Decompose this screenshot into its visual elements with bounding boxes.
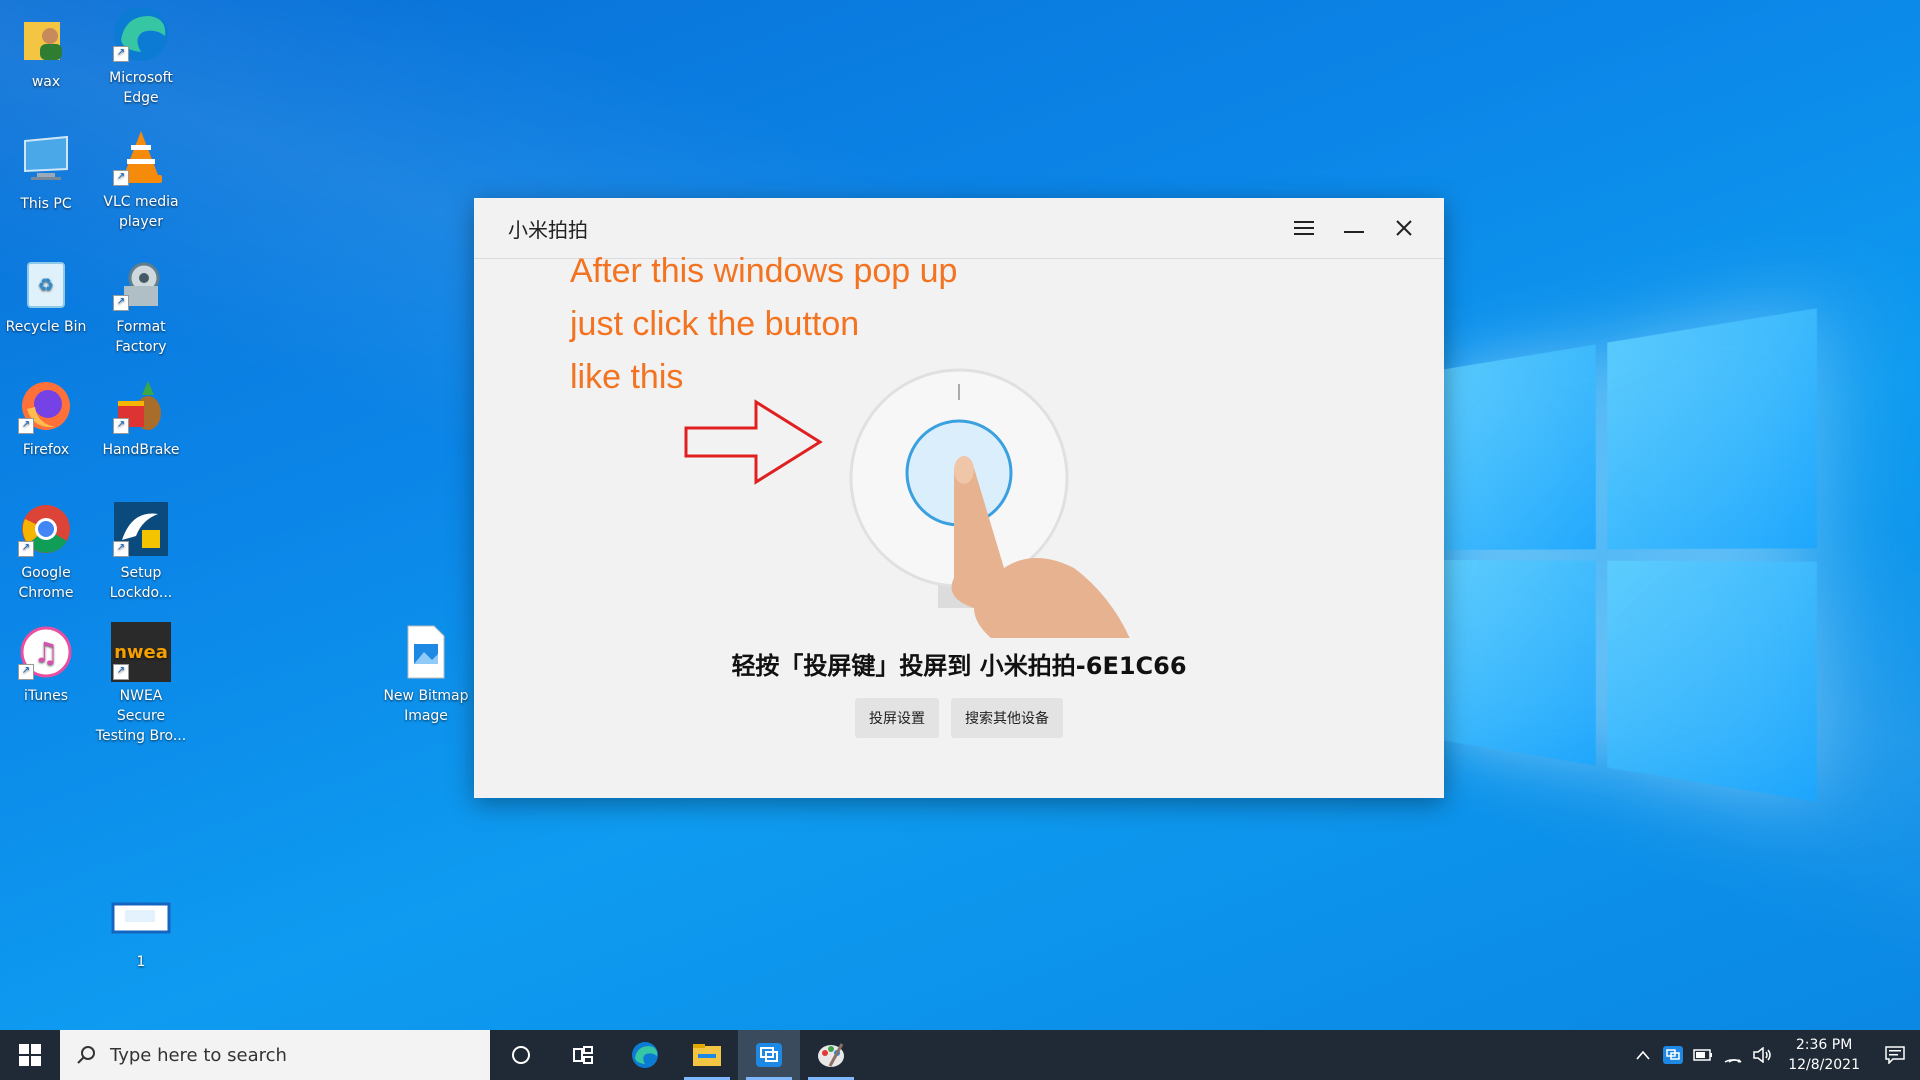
shortcut-arrow-icon: ↗ — [18, 541, 34, 557]
nwea-logo-icon: nwea ↗ — [111, 622, 171, 682]
desktop-icon-1[interactable]: 1 — [95, 888, 187, 972]
speaker-volume-icon — [1753, 1047, 1773, 1063]
screen-cast-icon — [1663, 1046, 1683, 1064]
desktop-icon-this-pc[interactable]: This PC — [0, 130, 92, 214]
desktop-icon-vlc-media-player[interactable]: ↗ VLC media player — [95, 128, 187, 232]
handbrake-icon: ↗ — [111, 376, 171, 436]
desktop-icon-new-bitmap-image[interactable]: New Bitmap Image — [380, 622, 472, 726]
task-view-icon — [572, 1045, 594, 1065]
cortana-circle-icon — [511, 1045, 531, 1065]
edge-icon: ↗ — [111, 4, 171, 64]
taskbar-mi-paipai[interactable] — [738, 1030, 800, 1080]
show-hidden-icons-button[interactable] — [1628, 1050, 1658, 1060]
window-titlebar[interactable]: 小米拍拍 — [474, 198, 1444, 259]
desktop-icon-firefox[interactable]: ↗ Firefox — [0, 376, 92, 460]
desktop-icon-google-chrome[interactable]: ↗ Google Chrome — [0, 499, 92, 603]
taskbar-clock[interactable]: 2:36 PM 12/8/2021 — [1778, 1035, 1870, 1075]
close-icon — [1395, 219, 1413, 237]
tray-cast-app[interactable] — [1658, 1046, 1688, 1064]
nwea-logo-text: nwea — [114, 642, 168, 663]
screen-cast-icon — [755, 1042, 783, 1068]
taskbar-file-explorer[interactable] — [676, 1030, 738, 1080]
shortcut-arrow-icon: ↗ — [113, 46, 129, 62]
notifications-icon — [1885, 1046, 1905, 1064]
format-factory-icon: ↗ — [111, 253, 171, 313]
wifi-icon — [1723, 1047, 1743, 1063]
computer-monitor-icon — [16, 130, 76, 190]
folder-icon — [692, 1042, 722, 1068]
system-tray: 2:36 PM 12/8/2021 — [1628, 1030, 1920, 1080]
desktop-icon-handbrake[interactable]: ↗ HandBrake — [95, 376, 187, 460]
chevron-up-icon — [1636, 1050, 1650, 1060]
recycle-bin-icon: ♻ — [16, 253, 76, 313]
taskbar-paint[interactable] — [800, 1030, 862, 1080]
hamburger-menu-icon — [1294, 220, 1314, 236]
taskbar-search-box[interactable]: Type here to search — [60, 1030, 490, 1080]
taskbar-edge[interactable] — [614, 1030, 676, 1080]
svg-text:♫: ♫ — [33, 636, 58, 669]
cast-settings-button[interactable]: 投屏设置 — [855, 698, 939, 738]
cast-instruction-text: 轻按「投屏键」投屏到 小米拍拍-6E1C66 — [474, 646, 1444, 681]
tray-volume[interactable] — [1748, 1047, 1778, 1063]
shortcut-arrow-icon: ↗ — [113, 418, 129, 434]
taskbar: Type here to search 2:36 PM 12/8/2021 — [0, 1030, 1920, 1080]
search-placeholder: Type here to search — [110, 1045, 287, 1066]
shortcut-arrow-icon: ↗ — [113, 295, 129, 311]
mi-paipai-window[interactable]: 小米拍拍 After this windows pop up just clic… — [474, 198, 1444, 798]
clock-time: 2:36 PM — [1788, 1035, 1860, 1055]
chrome-icon: ↗ — [16, 499, 76, 559]
start-button[interactable] — [0, 1030, 60, 1080]
desktop-icon-microsoft-edge[interactable]: ↗ Microsoft Edge — [95, 4, 187, 108]
bitmap-image-file-icon — [396, 622, 456, 682]
action-center-button[interactable] — [1870, 1046, 1920, 1064]
desktop-icon-recycle-bin[interactable]: ♻ Recycle Bin — [0, 253, 92, 337]
clock-date: 12/8/2021 — [1788, 1055, 1860, 1075]
red-arrow-icon — [686, 402, 820, 482]
desktop-icon-itunes[interactable]: ♫ ↗ iTunes — [0, 622, 92, 706]
desktop-icon-format-factory[interactable]: ↗ Format Factory — [95, 253, 187, 357]
search-other-devices-button[interactable]: 搜索其他设备 — [951, 698, 1063, 738]
desktop-icon-wax[interactable]: wax — [0, 8, 92, 92]
user-folder-icon — [16, 8, 76, 68]
shortcut-arrow-icon: ↗ — [113, 541, 129, 557]
cortana-button[interactable] — [490, 1030, 552, 1080]
desktop-icon-setup-lockdown[interactable]: ↗ Setup Lockdo... — [95, 499, 187, 603]
setup-installer-icon: ↗ — [111, 499, 171, 559]
close-button[interactable] — [1390, 214, 1418, 242]
shortcut-arrow-icon: ↗ — [18, 418, 34, 434]
tray-network[interactable] — [1718, 1047, 1748, 1063]
task-view-button[interactable] — [552, 1030, 614, 1080]
screenshot-file-icon — [111, 888, 171, 948]
minimize-button[interactable] — [1340, 214, 1368, 242]
annotation-line-1: After this windows pop up — [570, 252, 957, 291]
windows-logo-wallpaper — [1440, 308, 1817, 802]
minimize-icon — [1344, 218, 1364, 238]
annotation-line-3: like this — [570, 358, 683, 397]
shortcut-arrow-icon: ↗ — [18, 664, 34, 680]
battery-icon — [1693, 1049, 1713, 1061]
tray-battery[interactable] — [1688, 1049, 1718, 1061]
vlc-cone-icon: ↗ — [111, 128, 171, 188]
itunes-icon: ♫ ↗ — [16, 622, 76, 682]
shortcut-arrow-icon: ↗ — [113, 664, 129, 680]
device-button-illustration — [674, 318, 1234, 638]
edge-icon — [630, 1040, 660, 1070]
window-title: 小米拍拍 — [508, 214, 588, 243]
firefox-icon: ↗ — [16, 376, 76, 436]
svg-text:♻: ♻ — [38, 275, 54, 296]
shortcut-arrow-icon: ↗ — [113, 170, 129, 186]
desktop-icon-nwea-secure-testing[interactable]: nwea ↗ NWEA Secure Testing Bro... — [95, 622, 187, 746]
search-icon — [76, 1045, 96, 1065]
paint-palette-icon — [816, 1040, 846, 1070]
menu-button[interactable] — [1290, 214, 1318, 242]
windows-start-icon — [19, 1044, 41, 1066]
